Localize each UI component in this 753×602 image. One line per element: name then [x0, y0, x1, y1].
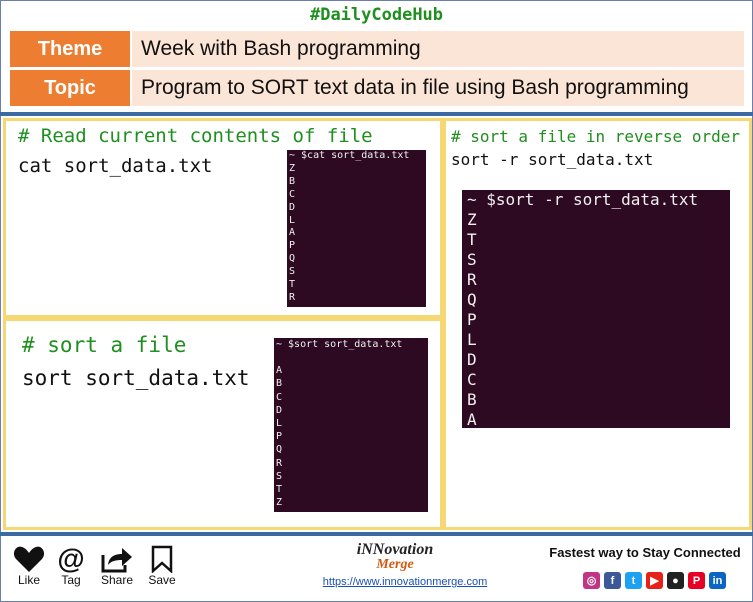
terminal-output-line: Q: [289, 253, 296, 265]
terminal-output-line: L: [289, 214, 296, 226]
terminal-output-line: S: [289, 266, 296, 278]
website-link[interactable]: https://www.innovationmerge.com: [300, 576, 510, 588]
terminal-output-line: T: [467, 230, 477, 249]
footer-divider: [0, 532, 753, 536]
terminal-output-line: C: [289, 188, 296, 200]
tag-label: Tag: [61, 573, 81, 587]
terminal-output-line: D: [276, 404, 283, 416]
terminal-output-line: B: [467, 390, 477, 409]
header-divider: [0, 112, 753, 116]
terminal-output-line: Q: [276, 444, 283, 456]
facebook-icon[interactable]: f: [604, 572, 621, 589]
terminal-output-line: C: [467, 370, 477, 389]
terminal-output-line: Z: [276, 497, 283, 509]
terminal-output-line: D: [289, 201, 296, 213]
like-button[interactable]: Like: [12, 545, 46, 587]
terminal-output-line: R: [289, 291, 296, 303]
share-icon: [101, 548, 132, 573]
read-command: cat sort_data.txt: [18, 155, 213, 177]
tagline: Fastest way to Stay Connected: [549, 545, 741, 560]
read-terminal: ~ $cat sort_data.txt ZBCDLAPQSTR: [287, 150, 426, 307]
terminal-output-line: R: [467, 270, 477, 289]
terminal-prompt: ~ $sort sort_data.txt: [276, 339, 403, 350]
like-label: Like: [17, 573, 40, 587]
topic-value: Program to SORT text data in file using …: [132, 70, 744, 106]
brand-line-2: Merge: [376, 557, 414, 572]
reverse-command: sort -r sort_data.txt: [451, 150, 654, 169]
terminal-output-line: D: [467, 350, 477, 369]
terminal-output-line: S: [467, 250, 477, 269]
terminal-output-line: L: [276, 418, 283, 430]
terminal-prompt: ~ $cat sort_data.txt: [289, 150, 410, 161]
terminal-output-line: Z: [289, 162, 296, 174]
terminal-output-line: Z: [467, 210, 477, 229]
save-button[interactable]: Save: [145, 545, 179, 587]
topic-label: Topic: [10, 70, 130, 106]
theme-label: Theme: [10, 31, 130, 67]
terminal-output-line: P: [467, 310, 477, 329]
reverse-comment: # sort a file in reverse order: [451, 127, 740, 146]
terminal-output-line: P: [276, 431, 283, 443]
at-icon: @: [57, 543, 85, 574]
terminal-output-line: A: [289, 227, 296, 239]
heart-icon: [13, 546, 45, 572]
terminal-output-line: T: [276, 484, 283, 496]
share-button[interactable]: Share: [98, 545, 136, 587]
terminal-output-line: S: [276, 470, 283, 482]
terminal-output-line: P: [289, 240, 296, 252]
read-comment: # Read current contents of file: [18, 125, 373, 147]
github-icon[interactable]: ●: [667, 572, 684, 589]
bookmark-icon: [151, 545, 173, 573]
youtube-icon[interactable]: ▶: [646, 572, 663, 589]
terminal-output-line: R: [276, 457, 283, 469]
theme-value: Week with Bash programming: [132, 31, 744, 67]
sort-comment: # sort a file: [22, 333, 187, 357]
save-label: Save: [148, 573, 176, 587]
brand-logo: iNNovation Merge: [330, 542, 460, 572]
terminal-prompt: ~ $sort -r sort_data.txt: [467, 190, 699, 209]
linkedin-icon[interactable]: in: [709, 572, 726, 589]
terminal-output-line: Q: [467, 290, 477, 309]
sort-command: sort sort_data.txt: [22, 366, 250, 390]
terminal-output-line: A: [276, 365, 283, 377]
share-label: Share: [100, 573, 134, 587]
reverse-terminal: ~ $sort -r sort_data.txt ZTSRQPLDCBA: [462, 190, 730, 428]
tag-button[interactable]: @ Tag: [54, 543, 88, 588]
terminal-output-line: B: [289, 175, 296, 187]
terminal-output-line: B: [276, 378, 283, 390]
instagram-icon[interactable]: ◎: [583, 572, 600, 589]
terminal-output-line: A: [467, 410, 477, 428]
terminal-output-line: C: [276, 391, 283, 403]
pinterest-icon[interactable]: P: [688, 572, 705, 589]
sort-terminal: ~ $sort sort_data.txt ABCDLPQRSTZ: [274, 338, 428, 512]
brand-line-1: iNNovation: [356, 541, 434, 558]
twitter-icon[interactable]: t: [625, 572, 642, 589]
terminal-output-line: L: [467, 330, 477, 349]
terminal-output-line: T: [289, 279, 296, 291]
hashtag-title: #DailyCodeHub: [309, 5, 444, 25]
